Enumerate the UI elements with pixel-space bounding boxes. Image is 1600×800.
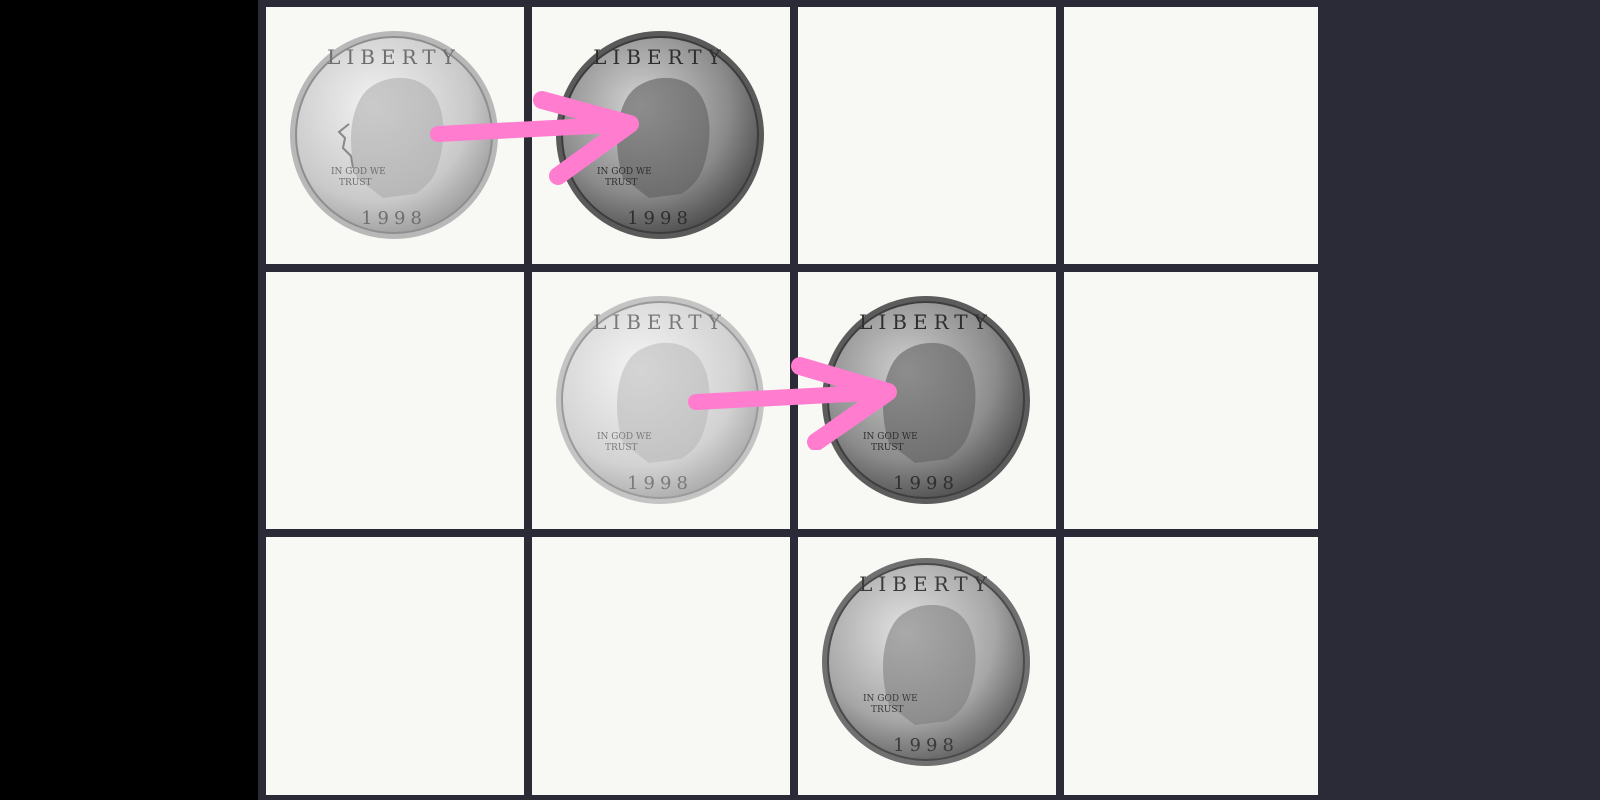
- cell-r2-c0[interactable]: [266, 537, 524, 795]
- cell-r1-c0[interactable]: [266, 272, 524, 529]
- cell-r0-c3[interactable]: [1064, 7, 1318, 264]
- coin-liberty-text: LIBERTY: [859, 572, 993, 596]
- quarter-coin-medium[interactable]: LIBERTY IN GOD WE TRUST 1998: [819, 555, 1033, 769]
- coin-motto-line2: TRUST: [871, 705, 904, 715]
- quarter-coin-light[interactable]: LIBERTY IN GOD WE TRUST 1998: [287, 28, 501, 242]
- cell-r1-c1[interactable]: LIBERTY IN GOD WE TRUST 1998: [532, 272, 790, 529]
- coin-year: 1998: [361, 208, 427, 229]
- cell-r0-c0[interactable]: LIBERTY IN GOD WE TRUST 1998: [266, 7, 524, 264]
- coin-year: 1998: [893, 473, 959, 494]
- cell-r1-c2[interactable]: LIBERTY IN GOD WE TRUST 1998: [798, 272, 1056, 529]
- coin-liberty-text: LIBERTY: [593, 310, 727, 334]
- coin-liberty-text: LIBERTY: [593, 45, 727, 69]
- coin-motto-line1: IN GOD WE: [863, 432, 918, 442]
- coin-motto-line2: TRUST: [339, 178, 372, 188]
- coin-motto-line1: IN GOD WE: [597, 167, 652, 177]
- quarter-coin-dark[interactable]: LIBERTY IN GOD WE TRUST 1998: [819, 293, 1033, 507]
- cell-r0-c2[interactable]: [798, 7, 1056, 264]
- coin-motto-line2: TRUST: [605, 178, 638, 188]
- coin-motto-line1: IN GOD WE: [597, 432, 652, 442]
- game-board: LIBERTY IN GOD WE TRUST 1998 LIBERTY IN …: [258, 0, 1318, 800]
- quarter-coin-dark[interactable]: LIBERTY IN GOD WE TRUST 1998: [553, 28, 767, 242]
- coin-liberty-text: LIBERTY: [327, 45, 461, 69]
- cell-r2-c2[interactable]: LIBERTY IN GOD WE TRUST 1998: [798, 537, 1056, 795]
- coin-motto-line2: TRUST: [605, 443, 638, 453]
- coin-year: 1998: [893, 735, 959, 756]
- cell-r0-c1[interactable]: LIBERTY IN GOD WE TRUST 1998: [532, 7, 790, 264]
- quarter-coin-light[interactable]: LIBERTY IN GOD WE TRUST 1998: [553, 293, 767, 507]
- coin-motto-line2: TRUST: [871, 443, 904, 453]
- board-grid: LIBERTY IN GOD WE TRUST 1998 LIBERTY IN …: [266, 7, 1318, 795]
- coin-liberty-text: LIBERTY: [859, 310, 993, 334]
- coin-year: 1998: [627, 208, 693, 229]
- side-panel-blank: [1318, 0, 1600, 800]
- coin-motto-line1: IN GOD WE: [331, 167, 386, 177]
- cell-r2-c1[interactable]: [532, 537, 790, 795]
- cell-r2-c3[interactable]: [1064, 537, 1318, 795]
- coin-year: 1998: [627, 473, 693, 494]
- cell-r1-c3[interactable]: [1064, 272, 1318, 529]
- coin-motto-line1: IN GOD WE: [863, 694, 918, 704]
